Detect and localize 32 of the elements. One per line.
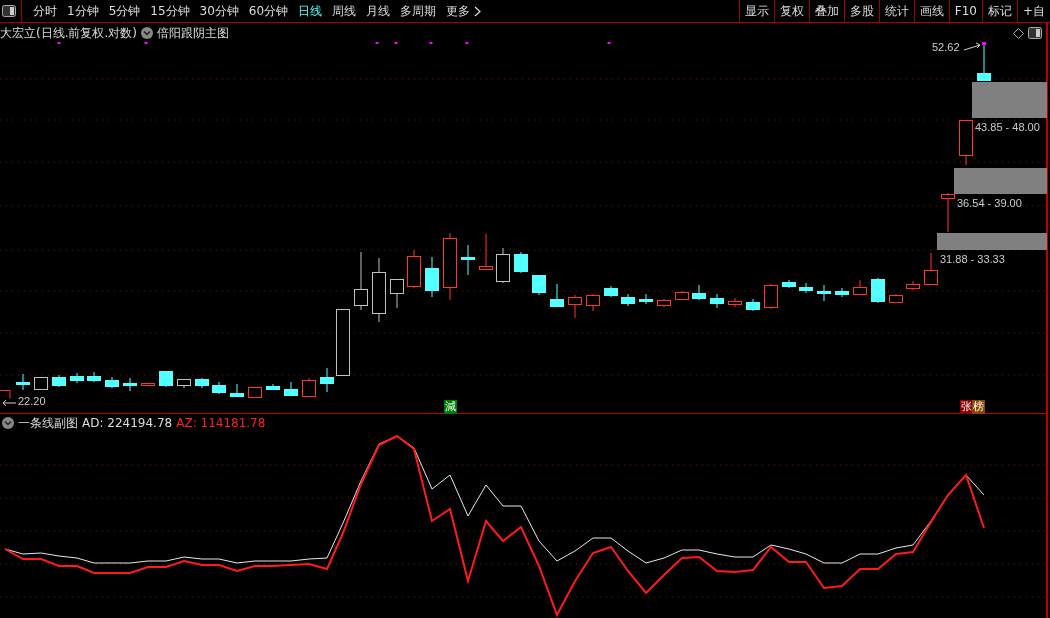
more-button[interactable]: 更多 (441, 0, 487, 22)
price-range-label: 43.85 - 48.00 (975, 121, 1040, 133)
price-range-label: 31.88 - 33.33 (940, 253, 1005, 265)
toolbar-button[interactable]: 画线 (913, 0, 949, 22)
period-tab[interactable]: 多周期 (395, 0, 442, 22)
toolbar-button[interactable]: +自 (1016, 0, 1050, 22)
signal-badge: 減 (444, 400, 457, 414)
toolbar-button[interactable]: F10 (948, 0, 982, 22)
toolbar-button[interactable]: 统计 (878, 0, 914, 22)
ad-value: AD: 224194.78 (82, 416, 173, 430)
period-tab[interactable]: 分时 (28, 0, 62, 22)
signal-badge: 榜 (972, 400, 985, 414)
toolbar-button[interactable]: 多股 (843, 0, 879, 22)
chart-title: 大宏立(日线.前复权.对数) (0, 24, 137, 42)
price-label: 52.62 (932, 41, 960, 53)
period-tab[interactable]: 周线 (327, 0, 362, 22)
price-range-label: 36.54 - 39.00 (957, 197, 1022, 209)
toolbar-button[interactable]: 标记 (981, 0, 1017, 22)
period-tab[interactable]: 30分钟 (194, 0, 244, 22)
indicator-name[interactable]: 倍阳跟阴主图 (157, 24, 229, 42)
period-tab[interactable]: 60分钟 (243, 0, 294, 22)
period-tab[interactable]: 15分钟 (145, 0, 195, 22)
period-tab[interactable]: 日线 (293, 0, 328, 22)
toolbar-button[interactable]: 复权 (773, 0, 809, 22)
period-tab[interactable]: 5分钟 (103, 0, 146, 22)
toolbar-button[interactable]: 叠加 (808, 0, 844, 22)
period-tab[interactable]: 1分钟 (62, 0, 104, 22)
az-value: AZ: 114181.78 (176, 416, 266, 430)
indicator-name[interactable]: 一条线副图 (18, 414, 78, 432)
toolbar-button[interactable]: 显示 (738, 0, 774, 22)
period-tab[interactable]: 月线 (361, 0, 396, 22)
price-label: 22.20 (18, 395, 46, 407)
